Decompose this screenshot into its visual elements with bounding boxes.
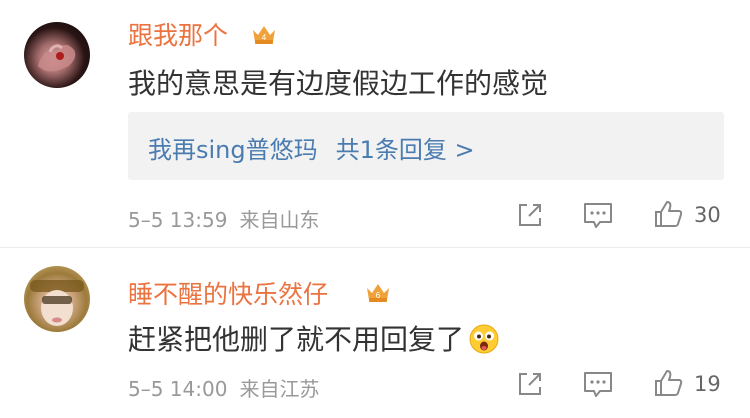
comment-icon[interactable] <box>582 369 614 399</box>
share-icon[interactable] <box>515 369 545 399</box>
like-count: 19 <box>694 372 721 396</box>
grinning-face-emoji <box>468 323 500 355</box>
username[interactable]: 睡不醒的快乐然仔 <box>128 275 328 311</box>
comment-text-content: 赶紧把他删了就不用回复了 <box>128 323 465 356</box>
crown-badge-icon: 6 <box>364 280 392 304</box>
comment-item: 睡不醒的快乐然仔 6 赶紧把他删了就不用回复了 5–5 14:00 来自江苏 1… <box>0 0 750 418</box>
like-icon[interactable] <box>652 367 684 399</box>
badge-level: 6 <box>376 291 381 300</box>
comment-location: 来自江苏 <box>239 377 320 401</box>
comment-meta: 5–5 14:00 来自江苏 <box>128 373 319 402</box>
avatar[interactable] <box>24 266 90 332</box>
comment-date: 5–5 14:00 <box>128 377 228 401</box>
comment-text: 赶紧把他删了就不用回复了 <box>128 318 500 358</box>
